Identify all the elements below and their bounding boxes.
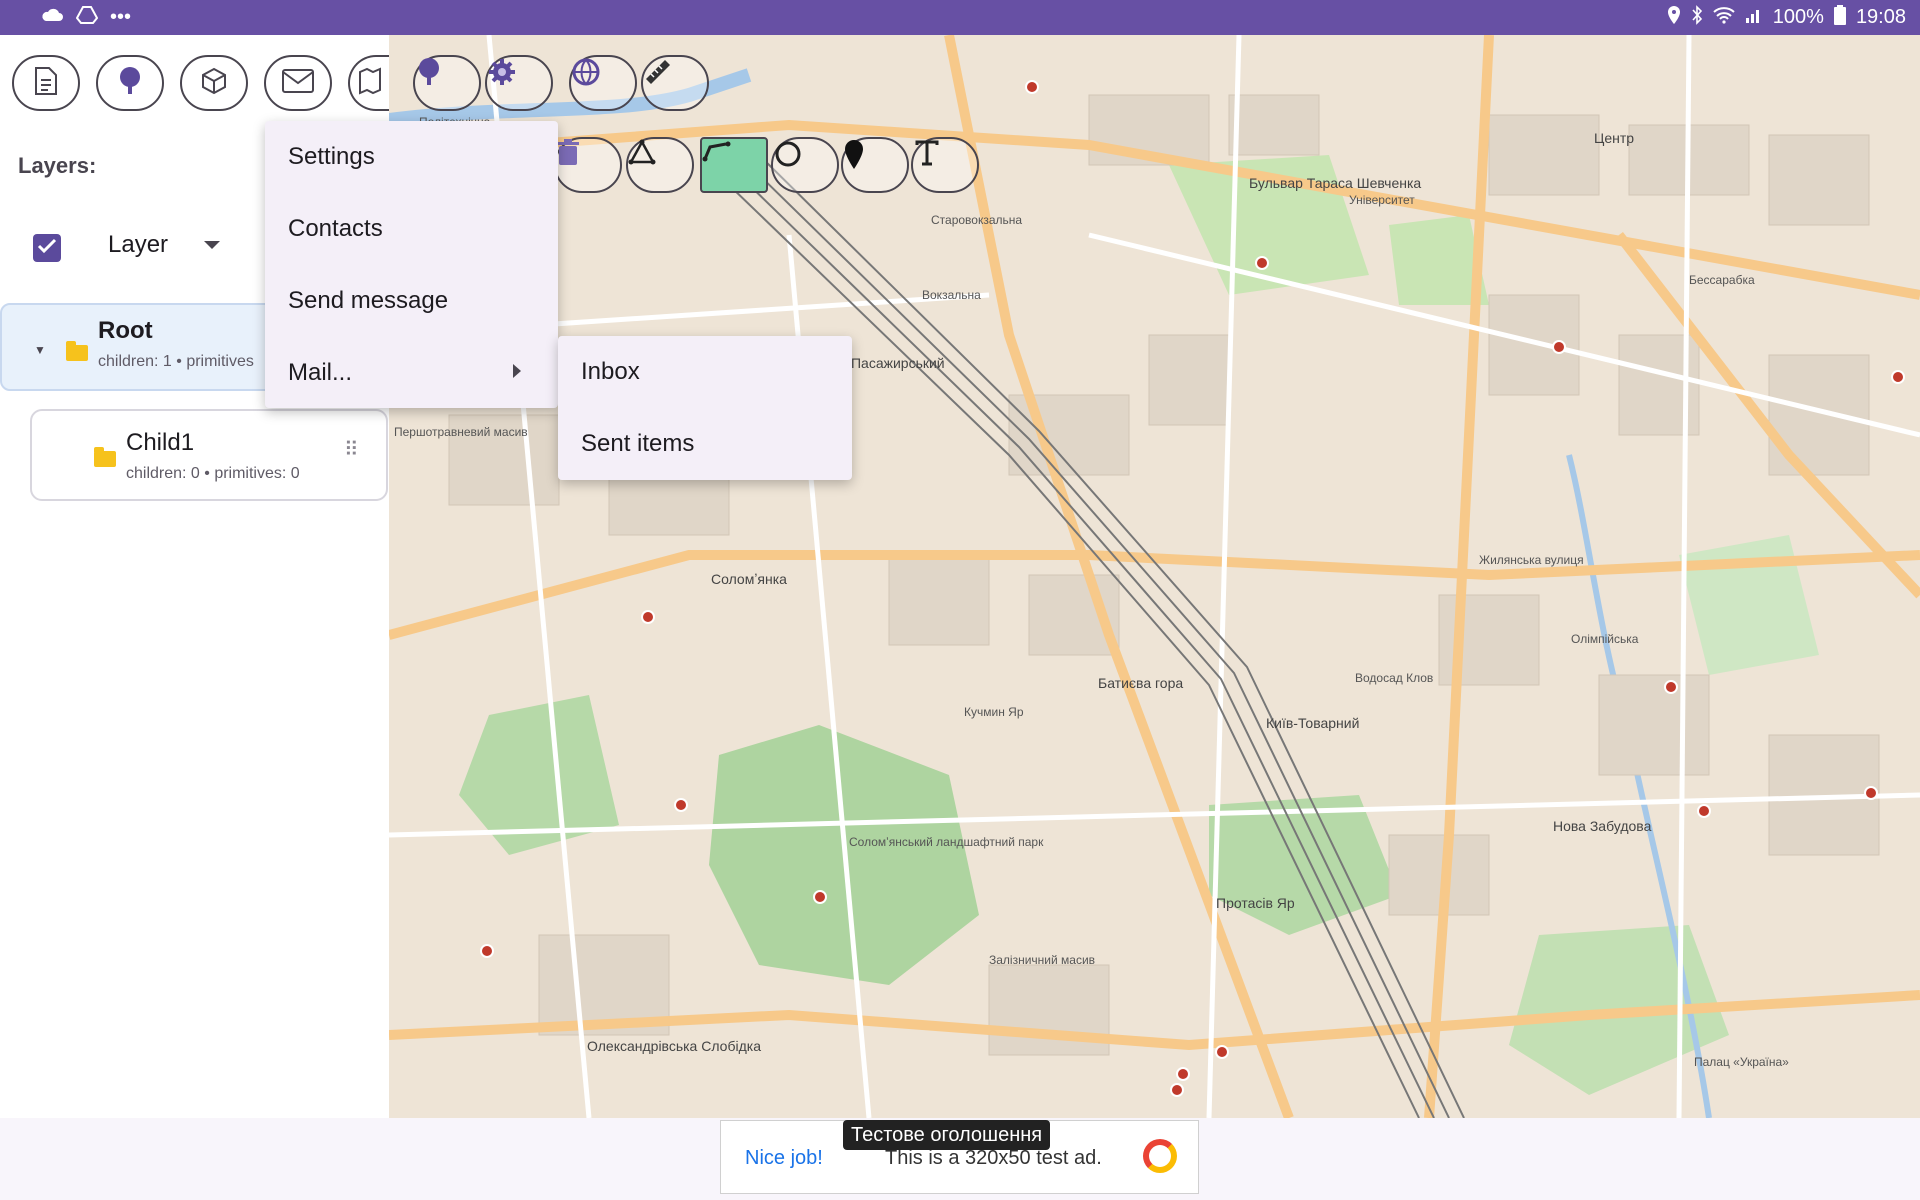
map-layers-button[interactable] [413, 55, 481, 111]
wifi-icon [1713, 6, 1735, 30]
ad-test-badge: Тестове оголошення [843, 1120, 1051, 1150]
menu-item-mail[interactable]: Mail... [288, 359, 352, 387]
map-label: Залізничний масив [989, 953, 1096, 967]
map-tiles [389, 35, 1920, 1118]
clock: 19:08 [1855, 6, 1906, 28]
map-label: Олімпійська [1571, 632, 1639, 646]
menu-item-settings[interactable]: Settings [288, 143, 375, 171]
menu-item-send-message[interactable]: Send message [288, 287, 448, 315]
menu-item-contacts[interactable]: Contacts [288, 215, 383, 243]
ad-body: This is a 320x50 test ad. [885, 1147, 1102, 1169]
more-icon: ••• [110, 6, 132, 28]
ad-logo-icon [1143, 1139, 1177, 1173]
map-button[interactable] [348, 55, 389, 111]
map-pin-icon [357, 66, 383, 101]
mail-icon [281, 68, 315, 99]
mail-button[interactable] [264, 55, 332, 111]
map-settings-button[interactable] [485, 55, 553, 111]
map-label: Центр [1594, 130, 1635, 146]
document-button[interactable] [12, 55, 80, 111]
tree-node-root[interactable]: ▼ Root children: 1 • primitives [0, 303, 300, 391]
text-tool[interactable] [911, 137, 979, 193]
bluetooth-icon [1691, 4, 1703, 31]
map-view[interactable]: Бульвар Тараса Шевченка Центр Університе… [389, 35, 1920, 1118]
layers-title: Layers: [18, 153, 97, 178]
map-label: Вокзальна [922, 288, 981, 302]
map-label: Старовокзальна [931, 213, 1023, 227]
map-label: Соломʼянка [711, 571, 787, 587]
battery-percent: 100% [1772, 6, 1824, 28]
map-label: Першотравневий масив [394, 425, 528, 439]
map-label: Олександрівська Слобідка [587, 1038, 761, 1054]
map-globe-button[interactable] [569, 55, 637, 111]
map-label: Нова Забудова [1553, 818, 1652, 834]
polyline-tool[interactable] [700, 137, 768, 193]
status-left-icons: ••• [0, 0, 131, 35]
map-label: Бульвар Тараса Шевченка [1249, 175, 1422, 191]
cloud-icon [40, 6, 64, 29]
map-label: Київ-Товарний [1266, 715, 1360, 731]
folder-icon [94, 447, 116, 467]
submenu-arrow-icon [513, 364, 521, 378]
map-label: Палац «Україна» [1694, 1055, 1789, 1069]
submenu-item-sent-items[interactable]: Sent items [581, 430, 694, 458]
delete-tool[interactable] [554, 137, 622, 193]
document-icon [33, 66, 59, 101]
tree-button[interactable] [96, 55, 164, 111]
map-label: Соломʼянський ландшафтний парк [849, 835, 1044, 849]
ad-headline: Nice job! [745, 1147, 823, 1169]
map-label: Бессарабка [1689, 273, 1755, 287]
tree-node-meta: children: 0 • primitives: 0 [126, 465, 300, 482]
map-ruler-button[interactable] [641, 55, 709, 111]
submenu-item-inbox[interactable]: Inbox [581, 358, 640, 386]
drive-icon [75, 5, 99, 30]
tree-node-meta: children: 1 • primitives [98, 353, 254, 370]
location-icon [1667, 5, 1681, 31]
expand-caret-icon[interactable]: ▼ [34, 343, 46, 357]
check-icon [37, 238, 57, 259]
drag-handle-icon[interactable]: ⠿ [344, 437, 359, 462]
layer-select[interactable]: Layer [108, 231, 168, 259]
map-label: Жилянська вулиця [1479, 553, 1584, 567]
tree-node-child[interactable]: Child1 children: 0 • primitives: 0 ⠿ [30, 409, 388, 501]
tree-node-name: Root [98, 317, 153, 344]
map-label: Батиєва гора [1098, 675, 1184, 691]
object-button[interactable] [180, 55, 248, 111]
polygon-tool[interactable] [626, 137, 694, 193]
chevron-down-icon[interactable] [204, 241, 220, 249]
marker-tool[interactable] [841, 137, 909, 193]
battery-icon [1833, 4, 1846, 31]
map-label: Водосад Клов [1355, 671, 1434, 685]
signal-icon [1745, 6, 1763, 30]
tree-node-name: Child1 [126, 429, 195, 456]
status-bar: ••• 100% 19:08 [0, 0, 1920, 35]
tree-icon [116, 66, 144, 101]
mail-submenu: Inbox Sent items [558, 336, 852, 480]
folder-icon [66, 341, 88, 361]
map-label: Університет [1349, 193, 1415, 207]
status-right: 100% 19:08 [1667, 0, 1906, 35]
map-label: Кучмин Яр [964, 705, 1024, 719]
cube-icon [199, 66, 229, 101]
circle-tool[interactable] [771, 137, 839, 193]
map-label: Протасів Яр [1216, 895, 1295, 911]
layer-visibility-checkbox[interactable] [33, 234, 61, 262]
